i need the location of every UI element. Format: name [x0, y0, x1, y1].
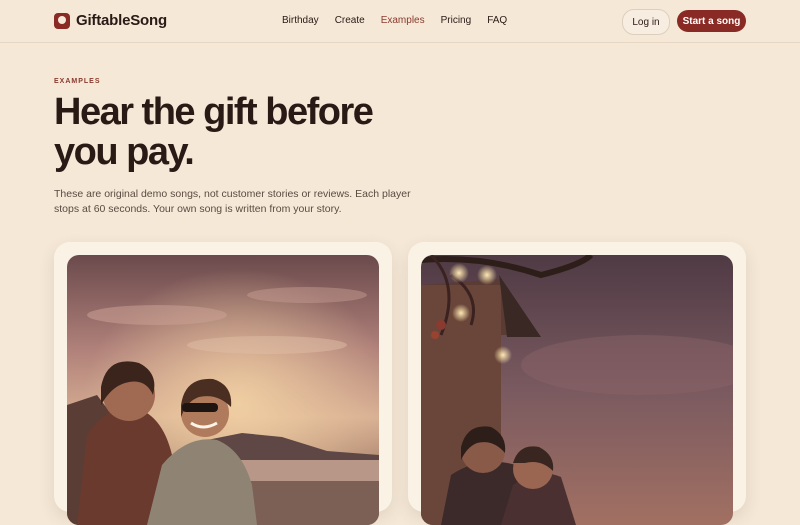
example-card-2[interactable]	[408, 242, 746, 525]
nav-link-pricing[interactable]: Pricing	[441, 15, 472, 26]
friends-sunset-illustration	[67, 255, 379, 525]
login-button[interactable]: Log in	[622, 9, 670, 35]
page-description: These are original demo songs, not custo…	[54, 188, 411, 215]
nav-link-create[interactable]: Create	[335, 15, 365, 26]
brand-logo-link[interactable]: GiftableSong	[54, 12, 167, 29]
example-photo-couple-lights	[421, 255, 733, 525]
section-eyebrow: EXAMPLES	[54, 78, 101, 85]
example-photo-friends-sunset	[67, 255, 379, 525]
main-menu: Birthday Create Examples Pricing FAQ	[282, 15, 507, 26]
start-song-button[interactable]: Start a song	[677, 10, 746, 32]
brand-name: GiftableSong	[76, 12, 167, 29]
nav-link-birthday[interactable]: Birthday	[282, 15, 319, 26]
nav-link-faq[interactable]: FAQ	[487, 15, 507, 26]
top-nav: GiftableSong Birthday Create Examples Pr…	[0, 0, 800, 43]
brand-logo-icon	[54, 12, 70, 29]
couple-lights-illustration	[421, 255, 733, 525]
page-title: Hear the gift before you pay.	[54, 91, 374, 173]
nav-link-examples[interactable]: Examples	[381, 15, 425, 26]
example-card-1[interactable]	[54, 242, 392, 525]
